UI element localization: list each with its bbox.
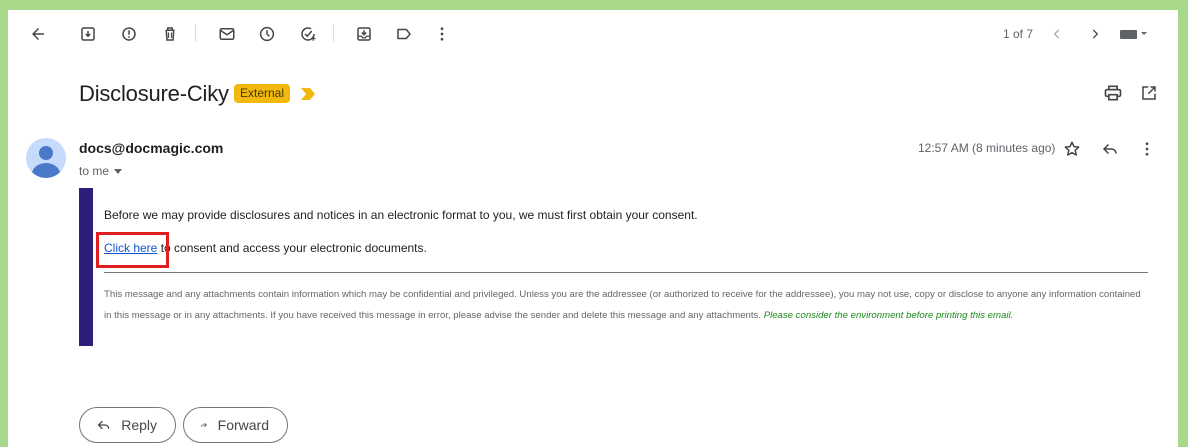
- move-to-icon[interactable]: [350, 20, 378, 48]
- avatar[interactable]: [26, 138, 66, 178]
- report-spam-icon[interactable]: [115, 20, 143, 48]
- reply-button[interactable]: Reply: [79, 407, 176, 443]
- caret-down-icon: [114, 169, 123, 175]
- toolbar-separator: [195, 24, 196, 42]
- quote-bar: [79, 188, 93, 346]
- email-subject: Disclosure-Ciky: [79, 81, 229, 106]
- forward-arrow-icon: [200, 422, 207, 428]
- importance-marker-icon[interactable]: [299, 85, 317, 103]
- environment-note: Please consider the environment before p…: [763, 310, 1014, 321]
- reply-icon[interactable]: [1098, 137, 1122, 161]
- external-badge[interactable]: External: [234, 84, 291, 103]
- print-icon[interactable]: [1100, 80, 1126, 106]
- divider: [104, 272, 1148, 273]
- older-chevron-icon[interactable]: [1081, 20, 1109, 48]
- add-task-icon[interactable]: [294, 20, 322, 48]
- disclaimer-text: This message and any attachments contain…: [104, 284, 1150, 326]
- open-new-window-icon[interactable]: [1136, 80, 1162, 106]
- recipient-label: to me: [79, 164, 110, 178]
- delete-icon[interactable]: [156, 20, 184, 48]
- newer-chevron-icon[interactable]: [1043, 20, 1071, 48]
- sender-email[interactable]: docs@docmagic.com: [79, 140, 223, 156]
- reply-label: Reply: [121, 417, 157, 433]
- back-arrow-icon[interactable]: [24, 20, 52, 48]
- archive-icon[interactable]: [74, 20, 102, 48]
- message-counter: 1 of 7: [1003, 27, 1034, 41]
- timestamp: 12:57 AM (8 minutes ago): [918, 141, 1056, 155]
- mark-unread-icon[interactable]: [213, 20, 241, 48]
- reply-arrow-icon: [97, 420, 110, 430]
- more-options-icon[interactable]: [1135, 137, 1159, 161]
- snooze-icon[interactable]: [253, 20, 281, 48]
- body-consent-text: Before we may provide disclosures and no…: [104, 208, 698, 222]
- forward-button[interactable]: Forward: [183, 407, 288, 443]
- label-icon[interactable]: [390, 20, 418, 48]
- toolbar-separator: [333, 24, 334, 42]
- more-vert-icon[interactable]: [428, 20, 456, 48]
- star-icon[interactable]: [1060, 137, 1084, 161]
- body-link-line-rest: to consent and access your electronic do…: [157, 241, 427, 255]
- window-frame: [0, 0, 1188, 447]
- forward-label: Forward: [217, 417, 269, 433]
- recipient-dropdown[interactable]: to me: [79, 164, 123, 178]
- link-highlight-box: [96, 232, 169, 268]
- keyboard-input-icon[interactable]: [1117, 20, 1151, 48]
